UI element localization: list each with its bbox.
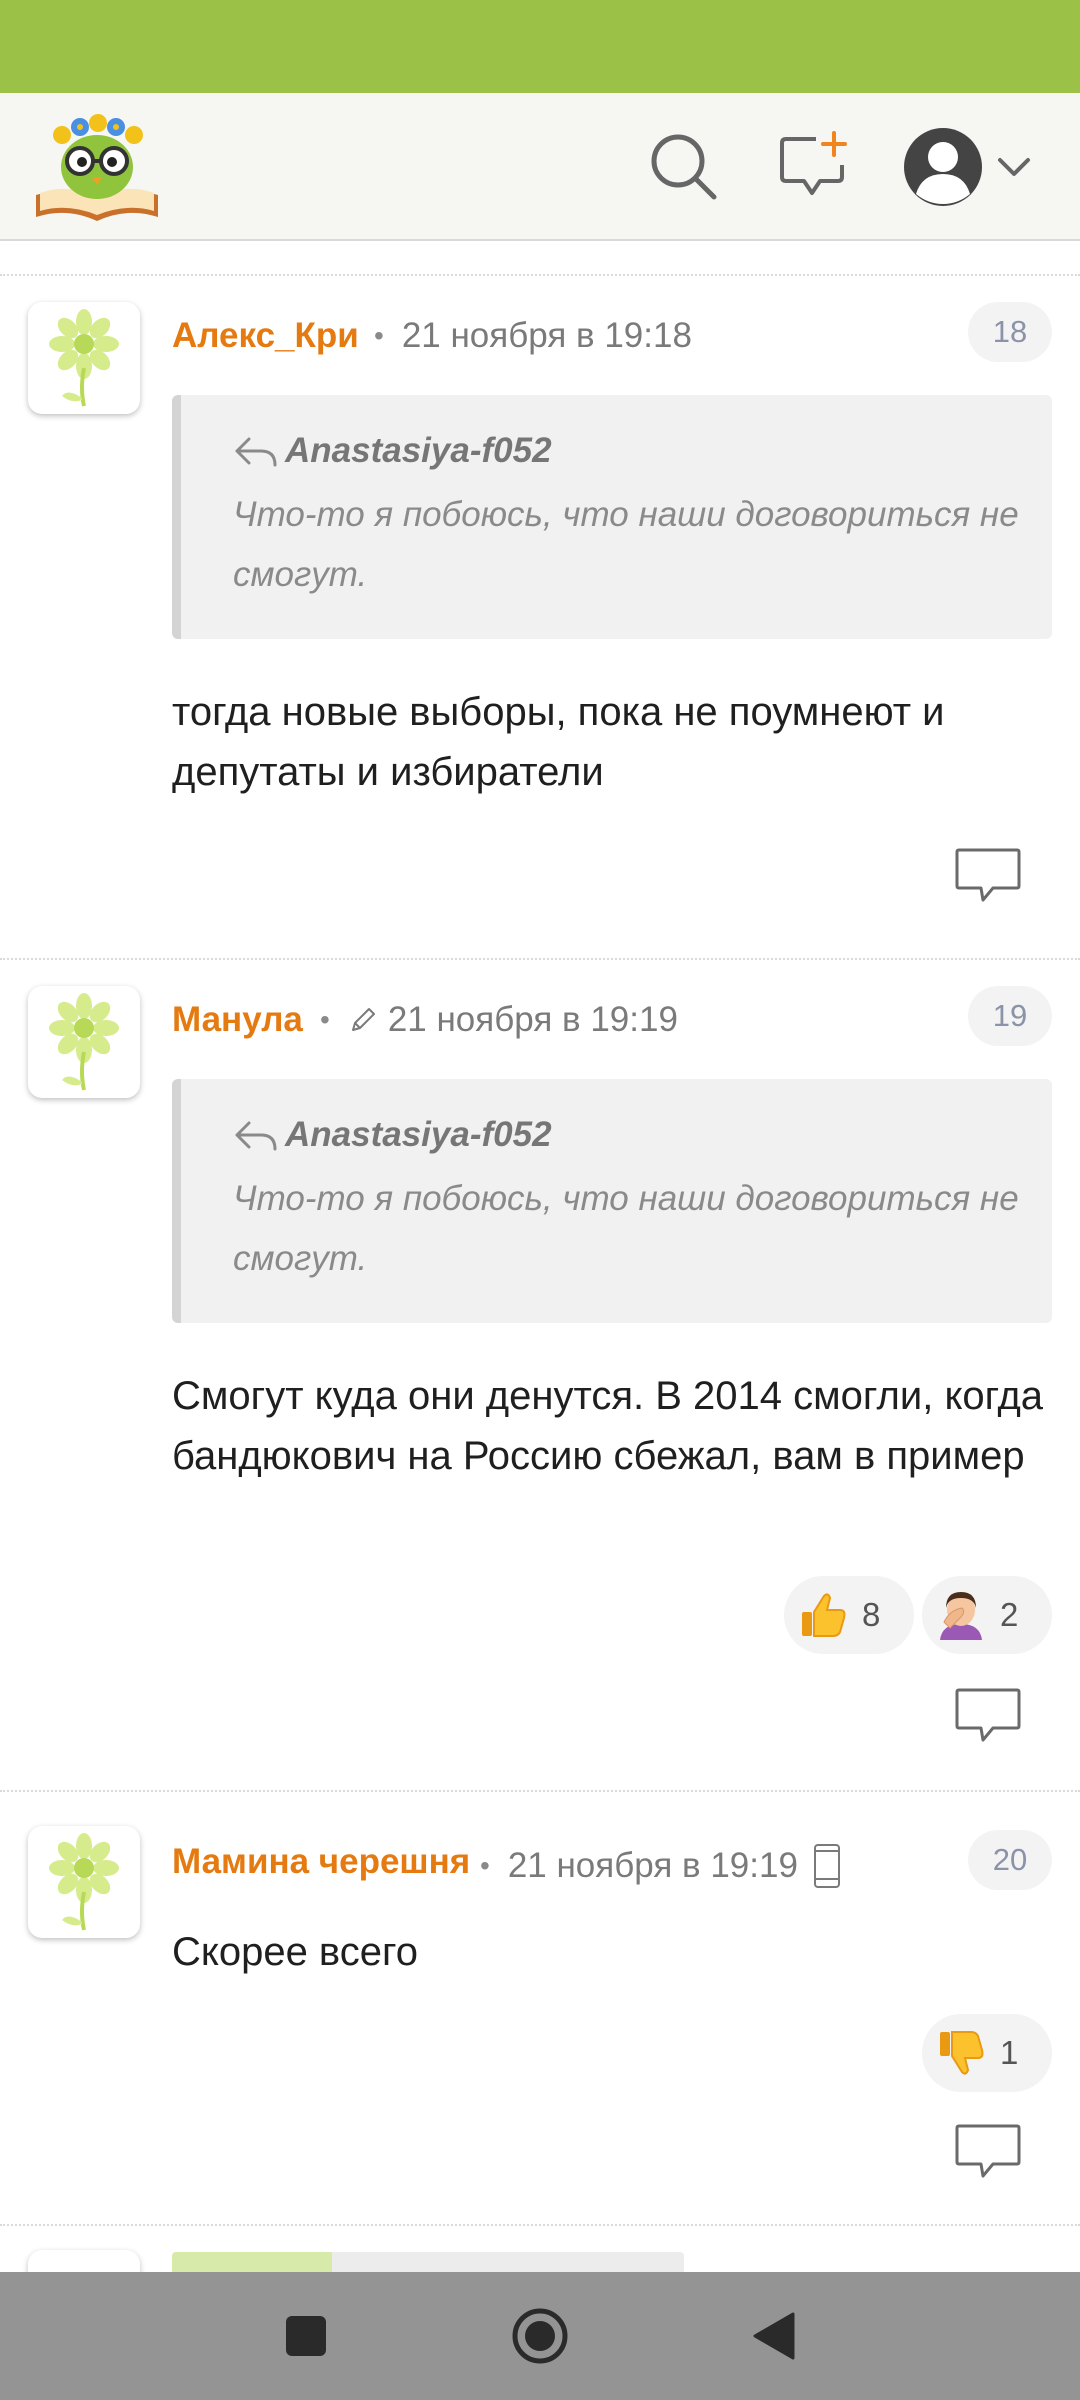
comment-number-badge[interactable]: 19 bbox=[968, 986, 1052, 1046]
status-bar bbox=[0, 0, 1080, 93]
thumbs-up-icon bbox=[802, 1593, 846, 1637]
new-comment-button[interactable] bbox=[770, 123, 858, 211]
comment-text: тогда новые выборы, пока не поумнеют и д… bbox=[172, 690, 945, 794]
reaction-thumbs-down[interactable]: 1 bbox=[922, 2014, 1052, 2092]
square-icon bbox=[286, 2316, 326, 2356]
user-avatar-icon bbox=[904, 128, 982, 206]
quote-author-name: Anastasiya-f052 bbox=[285, 1115, 552, 1154]
quote-block: Anastasiya-f052 Что-то я побоюсь, что на… bbox=[172, 1079, 1052, 1323]
system-navigation-bar bbox=[0, 2272, 1080, 2400]
reply-arrow-icon bbox=[235, 1121, 277, 1151]
reply-button[interactable] bbox=[953, 846, 1023, 906]
search-icon bbox=[651, 134, 717, 200]
separator-dot: • bbox=[320, 1004, 330, 1035]
profile-menu-button[interactable] bbox=[898, 123, 1038, 211]
comment-date[interactable]: 21 ноября в 19:19 bbox=[508, 1846, 798, 1886]
facepalm-icon bbox=[940, 1592, 982, 1640]
quote-text: Что-то я побоюсь, что наши договориться … bbox=[233, 495, 1019, 594]
new-comment-icon bbox=[780, 131, 847, 195]
home-button[interactable] bbox=[508, 2304, 572, 2368]
recent-apps-button[interactable] bbox=[274, 2304, 338, 2368]
comment-meta: • 21 ноября в 19:18 bbox=[374, 316, 692, 356]
separator-dot: • bbox=[374, 320, 384, 351]
separator-dot: • bbox=[480, 1850, 490, 1881]
comment-bubble-icon bbox=[955, 1688, 1021, 1742]
comment-meta: • 21 ноября в 19:19 bbox=[320, 1000, 678, 1040]
divider bbox=[0, 958, 1080, 960]
comment-bubble-icon bbox=[955, 848, 1021, 902]
comment-meta: • 21 ноября в 19:19 bbox=[480, 1842, 842, 1890]
avatar[interactable] bbox=[28, 1826, 140, 1938]
reply-button[interactable] bbox=[953, 1686, 1023, 1746]
back-triangle-icon bbox=[753, 2312, 795, 2360]
chevron-down-icon bbox=[998, 158, 1030, 176]
back-button[interactable] bbox=[742, 2304, 806, 2368]
avatar[interactable] bbox=[28, 302, 140, 414]
divider bbox=[0, 1790, 1080, 1792]
comment-text: Смогут куда они денутся. В 2014 смогли, … bbox=[172, 1374, 1044, 1478]
reply-arrow-icon bbox=[235, 437, 277, 467]
comment-number-badge[interactable]: 18 bbox=[968, 302, 1052, 362]
comment-date[interactable]: 21 ноября в 19:18 bbox=[402, 316, 692, 356]
reaction-facepalm[interactable]: 2 bbox=[922, 1576, 1052, 1654]
mobile-device-icon bbox=[813, 1844, 840, 1888]
divider bbox=[0, 2224, 1080, 2226]
comment-number-badge[interactable]: 20 bbox=[968, 1830, 1052, 1890]
quote-author-name: Anastasiya-f052 bbox=[285, 431, 552, 470]
reaction-count: 2 bbox=[1000, 1596, 1019, 1633]
site-logo[interactable] bbox=[32, 107, 162, 223]
daisy-avatar-icon bbox=[49, 993, 119, 1091]
comment-date[interactable]: 21 ноября в 19:19 bbox=[388, 1000, 678, 1040]
reaction-count: 8 bbox=[862, 1596, 881, 1633]
reply-button[interactable] bbox=[953, 2122, 1023, 2182]
quote-block: Anastasiya-f052 Что-то я побоюсь, что на… bbox=[172, 395, 1052, 639]
comment-author[interactable]: Алекс_Кри bbox=[172, 316, 359, 356]
site-header bbox=[0, 93, 1080, 241]
comment-bubble-icon bbox=[955, 2124, 1021, 2178]
daisy-avatar-icon bbox=[49, 309, 119, 407]
comment-author[interactable]: Мамина черешня bbox=[172, 1842, 470, 1882]
edited-pencil-icon bbox=[351, 1008, 375, 1031]
reaction-thumbs-up[interactable]: 8 bbox=[784, 1576, 914, 1654]
home-circle-icon bbox=[512, 2308, 568, 2364]
avatar[interactable] bbox=[28, 986, 140, 1098]
daisy-avatar-icon bbox=[49, 1833, 119, 1931]
comment-author[interactable]: Манула bbox=[172, 1000, 303, 1040]
divider bbox=[0, 274, 1080, 276]
thumbs-down-icon bbox=[940, 2031, 984, 2075]
comment-text: Скорее всего bbox=[172, 1930, 418, 1974]
quote-text: Что-то я побоюсь, что наши договориться … bbox=[233, 1179, 1019, 1278]
search-button[interactable] bbox=[640, 123, 728, 211]
quote-author: Anastasiya-f052 bbox=[233, 431, 552, 471]
quote-author: Anastasiya-f052 bbox=[233, 1115, 552, 1155]
reaction-count: 1 bbox=[1000, 2034, 1019, 2071]
